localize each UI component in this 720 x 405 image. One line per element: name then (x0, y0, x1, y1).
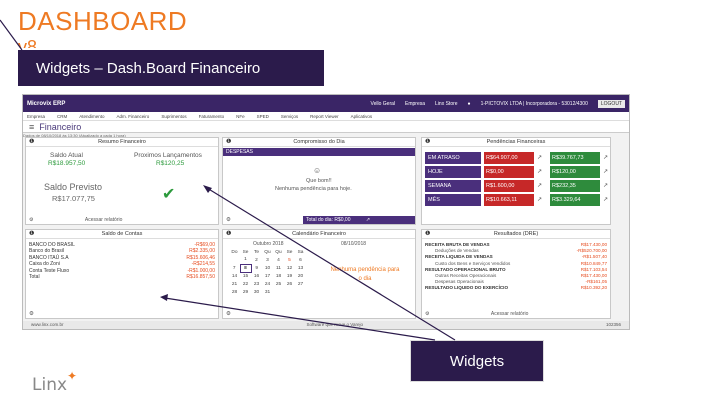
arrow-line (164, 297, 436, 341)
arrow-line (0, 19, 23, 51)
arrow-line (206, 187, 456, 341)
callout-arrows (0, 19, 456, 341)
arrow-head (160, 294, 168, 301)
arrow-head (203, 185, 212, 193)
logo-spark-icon: ✦ (67, 369, 78, 383)
logo-text: Linx (32, 375, 68, 395)
linx-logo: Linx✦ (32, 369, 77, 395)
